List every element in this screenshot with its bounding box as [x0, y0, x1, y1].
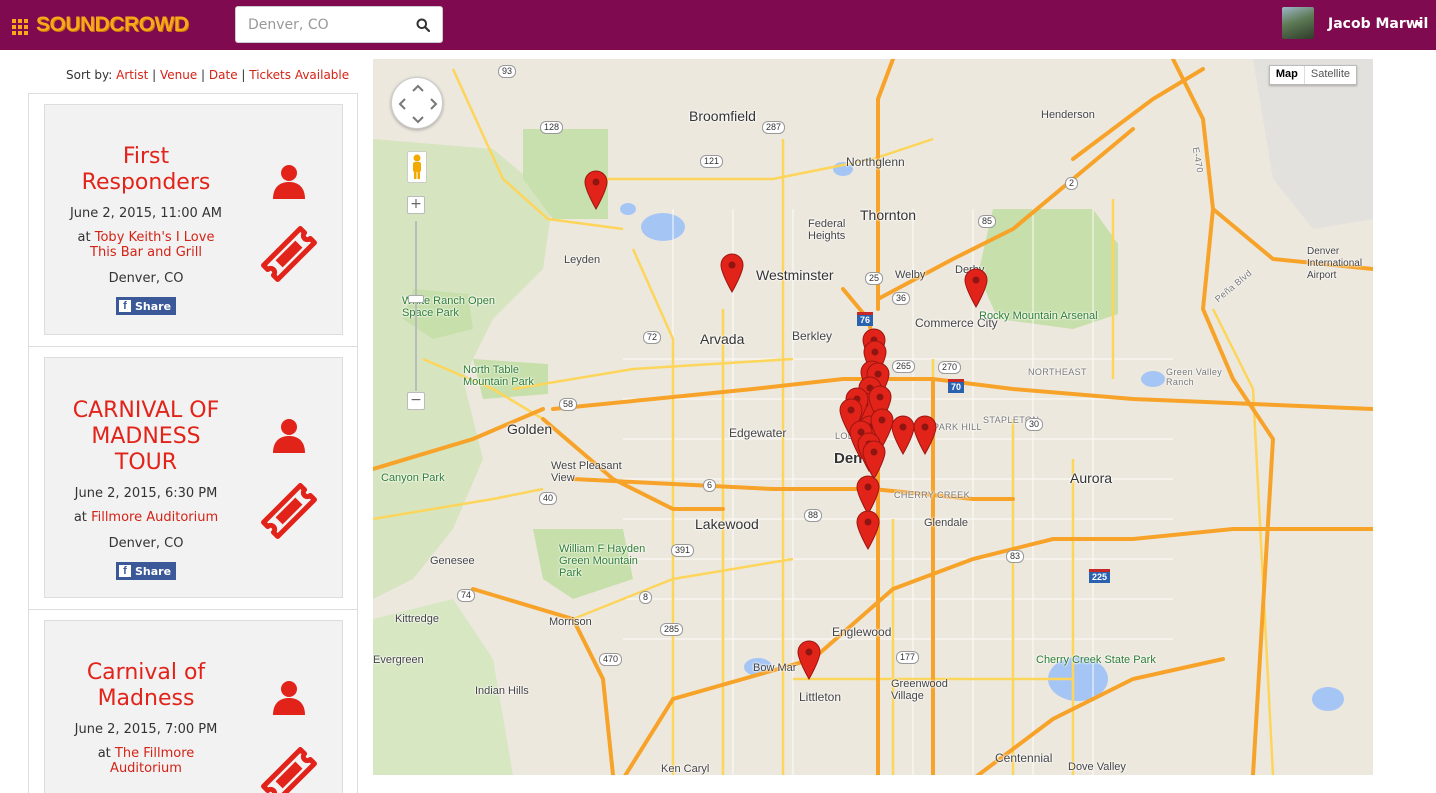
venue-link[interactable]: Fillmore Auditorium [91, 510, 218, 525]
event-details: CARNIVAL OF MADNESS TOUR June 2, 2015, 6… [45, 358, 247, 580]
map-type-satellite-button[interactable]: Satellite [1305, 66, 1356, 84]
event-card[interactable]: CARNIVAL OF MADNESS TOUR June 2, 2015, 6… [44, 357, 343, 598]
pegman-icon [413, 154, 421, 179]
map-type-control: Map Satellite [1268, 65, 1357, 85]
event-venue: at The Fillmore Auditorium [97, 746, 195, 776]
event-title[interactable]: CARNIVAL OF MADNESS TOUR [45, 398, 247, 476]
ticket-icon[interactable] [257, 479, 321, 543]
street-view-pegman[interactable] [407, 151, 427, 183]
event-map-marker[interactable] [856, 510, 880, 550]
event-markers-layer [584, 170, 988, 680]
venue-link[interactable]: This Bar and Grill [90, 245, 202, 260]
zoom-out-button[interactable]: − [407, 392, 425, 410]
event-title[interactable]: Carnival of Madness [45, 660, 247, 712]
venue-link[interactable]: Auditorium [110, 761, 182, 776]
event-map-marker[interactable] [891, 415, 915, 455]
event-date: June 2, 2015, 7:00 PM [74, 722, 218, 737]
sort-venue-link[interactable]: Venue [160, 68, 197, 82]
event-map-marker[interactable] [797, 640, 821, 680]
event-venue: at Toby Keith's I Love This Bar and Gril… [77, 230, 215, 260]
event-city: Denver, CO [108, 271, 184, 286]
event-card[interactable]: First Responders June 2, 2015, 11:00 AM … [44, 104, 343, 335]
event-map-marker[interactable] [856, 475, 880, 515]
event-date: June 2, 2015, 11:00 AM [69, 206, 223, 221]
ticket-icon[interactable] [257, 743, 321, 793]
artist-icon[interactable] [271, 679, 307, 715]
chevron-down-icon[interactable] [1415, 22, 1423, 27]
event-map-marker[interactable] [862, 440, 886, 480]
event-list-item: Carnival of Madness June 2, 2015, 7:00 P… [29, 610, 357, 793]
venue-link[interactable]: Toby Keith's I Love [95, 230, 215, 245]
event-city: Denver, CO [108, 536, 184, 551]
sort-label: Sort by: [66, 68, 113, 82]
event-list: First Responders June 2, 2015, 11:00 AM … [28, 93, 358, 793]
event-map-marker[interactable] [720, 253, 744, 293]
sort-artist-link[interactable]: Artist [116, 68, 148, 82]
event-map-marker[interactable] [584, 170, 608, 210]
event-map-marker[interactable] [964, 268, 988, 308]
event-details: First Responders June 2, 2015, 11:00 AM … [45, 105, 247, 315]
event-date: June 2, 2015, 6:30 PM [74, 486, 218, 501]
map-type-map-button[interactable]: Map [1270, 66, 1305, 84]
zoom-slider-track[interactable] [415, 221, 417, 391]
zoom-in-button[interactable]: + [407, 196, 425, 214]
pan-control[interactable] [391, 77, 443, 129]
event-card[interactable]: Carnival of Madness June 2, 2015, 7:00 P… [44, 620, 343, 793]
search-button[interactable] [404, 7, 442, 42]
sort-date-link[interactable]: Date [209, 68, 238, 82]
events-map[interactable]: Broomfield Northglenn Thornton Westminst… [373, 59, 1373, 775]
event-list-item: First Responders June 2, 2015, 11:00 AM … [29, 94, 357, 347]
search-icon [416, 18, 430, 32]
facebook-share-button[interactable]: f Share [115, 297, 177, 315]
user-avatar[interactable] [1282, 7, 1314, 39]
facebook-icon: f [118, 565, 131, 577]
equalizer-icon [12, 18, 28, 35]
artist-icon[interactable] [271, 163, 307, 199]
facebook-share-button[interactable]: f Share [115, 562, 177, 580]
sort-options: Sort by: Artist | Venue | Date | Tickets… [66, 68, 350, 82]
artist-icon[interactable] [271, 417, 307, 453]
pan-arrows-icon [398, 84, 438, 124]
venue-link[interactable]: The Fillmore [115, 746, 194, 761]
ticket-icon[interactable] [257, 222, 321, 286]
location-search-input[interactable] [236, 7, 406, 42]
sort-tickets-link[interactable]: Tickets Available [249, 68, 349, 82]
event-map-marker[interactable] [913, 415, 937, 455]
brand-name: SOUNDCROWD [36, 13, 189, 36]
event-list-item: CARNIVAL OF MADNESS TOUR June 2, 2015, 6… [29, 347, 357, 610]
event-details: Carnival of Madness June 2, 2015, 7:00 P… [45, 621, 247, 776]
brand-logo[interactable]: SOUNDCROWD [12, 12, 189, 38]
event-title[interactable]: First Responders [45, 144, 247, 196]
user-menu-name[interactable]: Jacob Marwil [1328, 16, 1428, 32]
top-navbar: SOUNDCROWD Jacob Marwil [0, 0, 1436, 50]
event-venue: at Fillmore Auditorium [73, 510, 219, 525]
facebook-icon: f [118, 300, 131, 312]
location-search [235, 6, 443, 43]
zoom-slider-thumb[interactable] [408, 295, 424, 303]
